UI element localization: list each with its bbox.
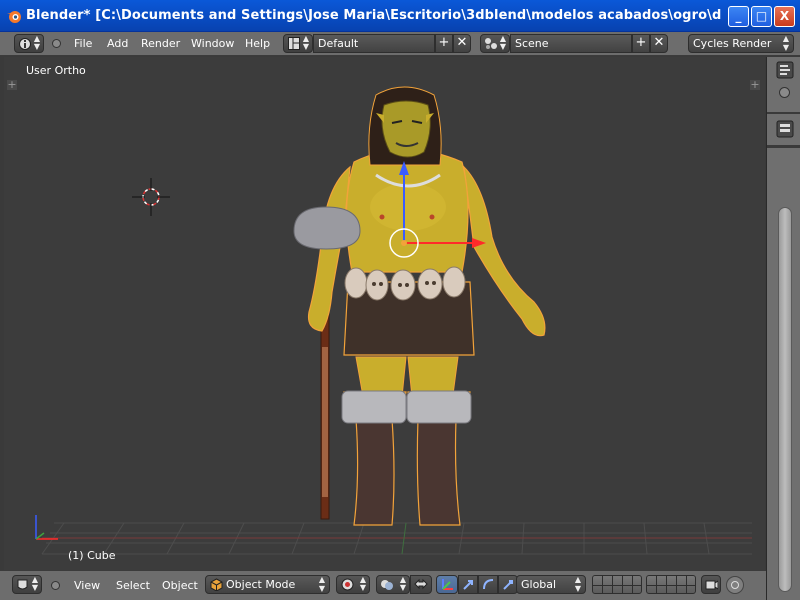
- manipulator-toggle[interactable]: [436, 575, 458, 594]
- add-screen-button[interactable]: +: [435, 34, 453, 53]
- toolshelf-toggle-icon[interactable]: +: [7, 79, 17, 90]
- viewport-scene: [35, 86, 752, 555]
- info-header: ▲ ▼ File Add Render Window Help ▲ ▼ Defaul…: [0, 32, 800, 56]
- delete-scene-button[interactable]: ✕: [650, 34, 668, 53]
- head: [381, 100, 431, 158]
- mode-value: Object Mode: [226, 578, 296, 591]
- collapse-menu-icon[interactable]: [52, 39, 61, 48]
- add-scene-button[interactable]: +: [632, 34, 650, 53]
- info-icon: [19, 38, 31, 50]
- updown-arrows-icon: ▲ ▼: [782, 34, 789, 52]
- render-engine-value: Cycles Render: [693, 37, 772, 50]
- outliner-icon[interactable]: [775, 60, 795, 80]
- align-button[interactable]: [410, 575, 432, 594]
- render-preview-button[interactable]: [701, 575, 721, 594]
- updown-arrows-icon: ▲ ▼: [31, 575, 38, 592]
- translate-arrow-icon: [463, 580, 473, 590]
- screen-layout-icon-button[interactable]: ▲ ▼: [283, 34, 313, 53]
- align-icon: [414, 578, 428, 590]
- menu-add[interactable]: Add: [107, 37, 128, 50]
- 3d-viewport[interactable]: User Ortho (1) Cube + +: [4, 57, 765, 570]
- scene-value: Scene: [515, 37, 549, 50]
- title-bar: Blender* [C:\Documents and Settings\Jose…: [0, 0, 800, 32]
- proportional-edit-icon[interactable]: [726, 576, 744, 594]
- collapse-menu-icon[interactable]: [51, 581, 60, 590]
- properties-scrollbar[interactable]: [778, 207, 792, 592]
- window-title: Blender* [C:\Documents and Settings\Jose…: [26, 8, 721, 23]
- pivot-point-button[interactable]: ▲ ▼: [376, 575, 410, 594]
- minimize-button[interactable]: _: [728, 6, 749, 27]
- menu-render[interactable]: Render: [141, 37, 180, 50]
- editor-type-button[interactable]: ▲ ▼: [14, 34, 44, 53]
- updown-arrows-icon: ▲ ▼: [359, 575, 366, 592]
- orientation-value: Global: [521, 578, 557, 591]
- rotate-toggle[interactable]: [478, 575, 498, 594]
- layout-grid-icon: [288, 37, 300, 50]
- mace-head: [293, 206, 361, 250]
- translate-toggle[interactable]: [458, 575, 478, 594]
- scale-icon: [503, 580, 513, 590]
- menu-select[interactable]: Select: [116, 579, 150, 592]
- updown-arrows-icon: ▲ ▼: [302, 34, 309, 51]
- blender-logo-icon: [7, 11, 21, 23]
- screen-layout-field[interactable]: Default: [313, 34, 435, 53]
- mode-dropdown[interactable]: Object Mode ▲ ▼: [205, 575, 330, 594]
- menu-help[interactable]: Help: [245, 37, 270, 50]
- camera-icon: [705, 580, 718, 590]
- editor-type-button[interactable]: ▲ ▼: [12, 575, 42, 594]
- menu-window[interactable]: Window: [191, 37, 234, 50]
- delete-screen-button[interactable]: ✕: [453, 34, 471, 53]
- collapse-icon[interactable]: [779, 87, 790, 98]
- shading-icon: [341, 578, 354, 591]
- screen-layout-value: Default: [318, 37, 359, 50]
- properties-icon[interactable]: [775, 119, 795, 139]
- cube-icon: [210, 578, 223, 591]
- manipulator-icon: [442, 579, 453, 590]
- layer-buttons-left[interactable]: [592, 575, 642, 594]
- 3d-cursor-icon[interactable]: [132, 178, 170, 216]
- rotate-arc-icon: [483, 579, 494, 590]
- 3d-view-icon: [17, 579, 28, 590]
- updown-arrows-icon: ▲ ▼: [318, 575, 325, 593]
- properties-panel: [766, 57, 800, 600]
- updown-arrows-icon: ▲ ▼: [574, 575, 581, 593]
- menu-view[interactable]: View: [74, 579, 100, 592]
- active-object-label: (1) Cube: [68, 549, 116, 562]
- panel-divider: [767, 112, 800, 114]
- scene-icon: [485, 38, 497, 49]
- scene-icon-button[interactable]: ▲ ▼: [480, 34, 510, 53]
- panel-divider: [767, 145, 800, 148]
- layer-buttons-right[interactable]: [646, 575, 696, 594]
- view-mode-label: User Ortho: [26, 64, 86, 77]
- viewport-shading-button[interactable]: ▲ ▼: [336, 575, 370, 594]
- menu-file[interactable]: File: [74, 37, 92, 50]
- pivot-icon: [381, 580, 393, 590]
- ogre-model[interactable]: [293, 86, 546, 526]
- 3d-view-header: ▲ ▼ View Select Object Object Mode ▲ ▼ ▲ ▼ …: [0, 570, 766, 600]
- updown-arrows-icon: ▲ ▼: [499, 34, 506, 51]
- maximize-button[interactable]: □: [751, 6, 772, 27]
- staff-wrap: [322, 347, 328, 497]
- updown-arrows-icon: ▲ ▼: [33, 34, 40, 51]
- transform-orientation-dropdown[interactable]: Global ▲ ▼: [516, 575, 586, 594]
- scene-field[interactable]: Scene: [510, 34, 632, 53]
- render-engine-dropdown[interactable]: Cycles Render ▲ ▼: [688, 34, 794, 53]
- scale-toggle[interactable]: [498, 575, 518, 594]
- updown-arrows-icon: ▲ ▼: [399, 575, 406, 592]
- menu-object[interactable]: Object: [162, 579, 198, 592]
- close-button[interactable]: X: [774, 6, 795, 27]
- properties-toggle-icon[interactable]: +: [750, 79, 760, 90]
